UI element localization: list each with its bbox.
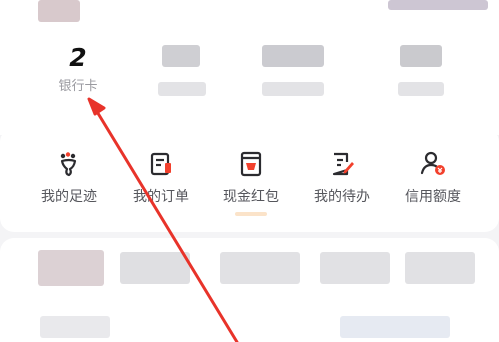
entry-my-todo-label: 我的待办 [314, 189, 370, 205]
entry-cash-red-packet[interactable]: 现金红包 [206, 150, 296, 220]
active-indicator [235, 212, 267, 216]
blurred-stat-top-right [388, 0, 488, 10]
entry-my-todo[interactable]: 我的待办 [297, 150, 387, 220]
order-icon [147, 150, 175, 178]
footprint-icon [55, 150, 83, 178]
account-stats-panel: 2 银行卡 [0, 0, 499, 135]
blurred-item-5 [405, 252, 475, 284]
entry-my-footprint-label: 我的足迹 [41, 189, 97, 205]
entry-my-orders[interactable]: 我的订单 [116, 150, 206, 220]
blurred-item-4 [320, 252, 390, 284]
bank-card-count: 2 [69, 43, 87, 72]
bank-card-label: 银行卡 [58, 79, 98, 94]
blurred-stat-top-left [38, 0, 80, 22]
blurred-stat-value-1 [162, 45, 200, 67]
blurred-content-section [0, 238, 499, 342]
blurred-item-6 [40, 316, 110, 338]
todo-icon [328, 150, 356, 178]
blurred-item-7 [340, 316, 450, 338]
red-envelope-icon [237, 150, 265, 178]
blurred-stat-label-3 [398, 82, 444, 96]
entry-my-orders-label: 我的订单 [133, 189, 189, 205]
quick-entry-card: 我的足迹 我的订单 现金红包 我的待办 信用额度 [0, 128, 499, 232]
entry-cash-red-packet-label: 现金红包 [223, 189, 279, 205]
blurred-stat-label-2 [262, 82, 324, 96]
blurred-stat-label-1 [158, 82, 206, 96]
blurred-item-3 [220, 252, 300, 284]
stat-bank-card[interactable]: 2 银行卡 [48, 44, 108, 102]
blurred-item-2 [120, 252, 190, 284]
credit-limit-icon [419, 150, 447, 178]
entry-credit-limit-label: 信用额度 [405, 189, 461, 205]
entry-my-footprint[interactable]: 我的足迹 [24, 150, 114, 220]
blurred-item-1 [38, 250, 104, 286]
blurred-stat-value-2 [262, 45, 324, 67]
blurred-stat-value-3 [400, 45, 442, 67]
entry-credit-limit[interactable]: 信用额度 [388, 150, 478, 220]
